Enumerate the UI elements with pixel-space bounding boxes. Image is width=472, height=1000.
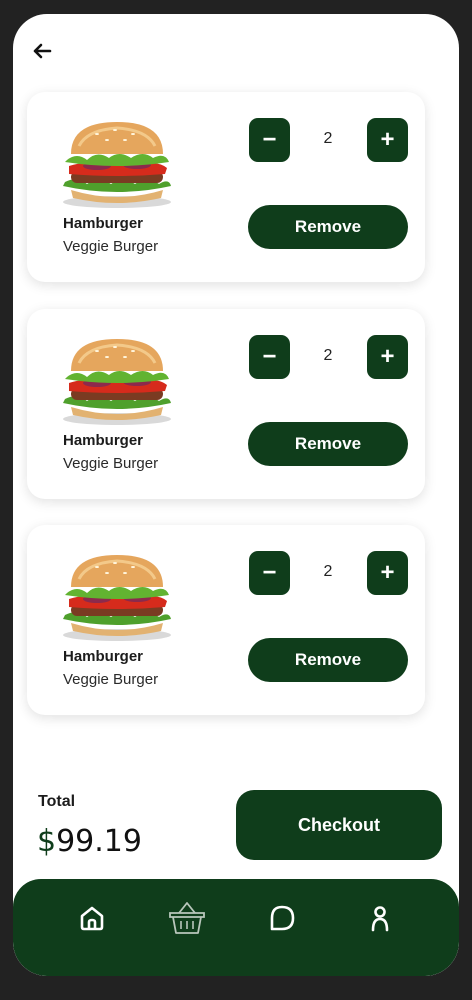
currency-symbol: $ bbox=[37, 824, 57, 859]
profile-icon[interactable] bbox=[363, 901, 397, 935]
burger-image bbox=[57, 333, 177, 427]
item-name: Hamburger bbox=[63, 432, 144, 449]
item-variant: Veggie Burger bbox=[63, 238, 159, 255]
increase-quantity-button[interactable]: + bbox=[367, 118, 408, 162]
cart-item-card: Hamburger Veggie Burger − 2 + Remove bbox=[27, 525, 425, 715]
cart-item-card: Hamburger Veggie Burger − 2 + Remove bbox=[27, 309, 425, 499]
item-name: Hamburger bbox=[63, 648, 144, 665]
bottom-nav bbox=[13, 879, 459, 976]
item-name: Hamburger bbox=[63, 215, 144, 232]
decrease-quantity-button[interactable]: − bbox=[249, 551, 290, 595]
decrease-quantity-button[interactable]: − bbox=[249, 335, 290, 379]
quantity-value: 2 bbox=[323, 130, 333, 147]
chat-icon[interactable] bbox=[265, 901, 299, 935]
quantity-value: 2 bbox=[323, 347, 333, 364]
decrease-quantity-button[interactable]: − bbox=[249, 118, 290, 162]
total-value: 99.19 bbox=[56, 824, 142, 859]
cart-screen: Hamburger Veggie Burger − 2 + Remove Ham… bbox=[13, 14, 459, 976]
quantity-value: 2 bbox=[323, 563, 333, 580]
burger-image bbox=[57, 549, 177, 643]
remove-button[interactable]: Remove bbox=[248, 638, 408, 682]
item-variant: Veggie Burger bbox=[63, 455, 159, 472]
item-variant: Veggie Burger bbox=[63, 671, 159, 688]
remove-button[interactable]: Remove bbox=[248, 422, 408, 466]
remove-button[interactable]: Remove bbox=[248, 205, 408, 249]
burger-image bbox=[57, 116, 177, 210]
checkout-button[interactable]: Checkout bbox=[236, 790, 442, 860]
basket-icon[interactable] bbox=[167, 899, 207, 939]
increase-quantity-button[interactable]: + bbox=[367, 551, 408, 595]
back-arrow-icon[interactable] bbox=[31, 40, 53, 62]
increase-quantity-button[interactable]: + bbox=[367, 335, 408, 379]
total-label: Total bbox=[38, 793, 76, 810]
total-amount: $99.19 bbox=[37, 824, 142, 859]
cart-item-card: Hamburger Veggie Burger − 2 + Remove bbox=[27, 92, 425, 282]
home-icon[interactable] bbox=[75, 901, 109, 935]
